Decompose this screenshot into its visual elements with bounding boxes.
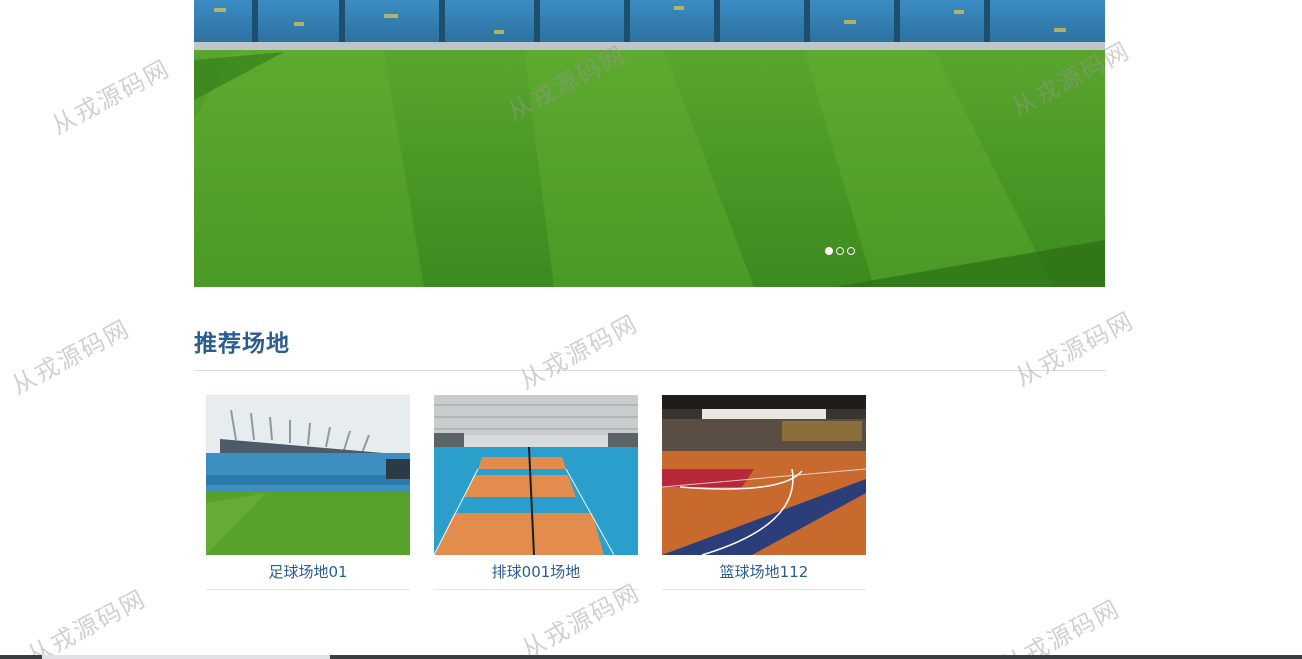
- venue-card-volleyball[interactable]: 排球001场地: [434, 395, 638, 590]
- watermark: 从戎源码网: [514, 309, 643, 396]
- carousel-dot-1[interactable]: [825, 247, 833, 255]
- page: 推荐场地 足球场地01 排球001场地 篮球场地112 从戎源码网 从戎源码网 …: [0, 0, 1302, 659]
- watermark: 从戎源码网: [996, 594, 1125, 659]
- watermark: 从戎源码网: [22, 584, 151, 659]
- hero-carousel[interactable]: [194, 0, 1105, 287]
- venue-name[interactable]: 足球场地01: [206, 563, 410, 581]
- section-divider: [194, 370, 1106, 371]
- carousel-dot-3[interactable]: [847, 247, 855, 255]
- bottom-bar-segment: [42, 655, 330, 659]
- watermark: 从戎源码网: [6, 314, 135, 401]
- venue-thumbnail-basketball[interactable]: [662, 395, 866, 555]
- card-divider: [434, 589, 638, 590]
- card-divider: [662, 589, 866, 590]
- card-divider: [206, 589, 410, 590]
- hero-slide-image: [194, 0, 1105, 287]
- watermark: 从戎源码网: [1010, 306, 1139, 393]
- watermark: 从戎源码网: [46, 54, 175, 141]
- venue-name[interactable]: 排球001场地: [434, 563, 638, 581]
- section-title: 推荐场地: [194, 331, 290, 357]
- venue-card-football[interactable]: 足球场地01: [206, 395, 410, 590]
- venue-card-basketball[interactable]: 篮球场地112: [662, 395, 866, 590]
- venue-thumbnail-football[interactable]: [206, 395, 410, 555]
- venue-thumbnail-volleyball[interactable]: [434, 395, 638, 555]
- carousel-dot-2[interactable]: [836, 247, 844, 255]
- venue-name[interactable]: 篮球场地112: [662, 563, 866, 581]
- carousel-indicators: [825, 247, 855, 255]
